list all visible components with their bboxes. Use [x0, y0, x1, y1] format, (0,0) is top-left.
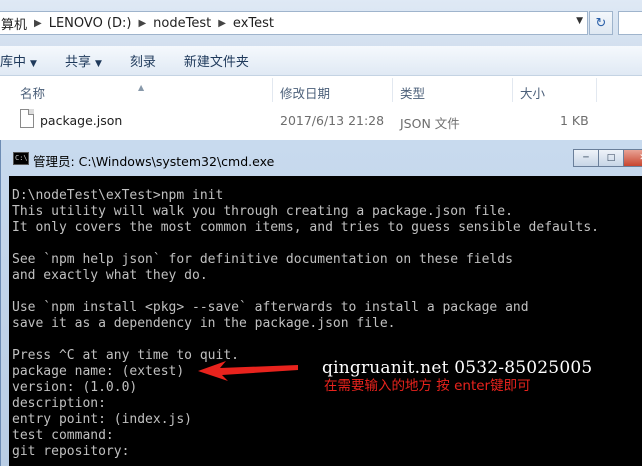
console-line: test command:: [12, 428, 114, 443]
file-icon: [20, 109, 34, 128]
caret-down-icon: ▼: [30, 59, 37, 69]
search-input[interactable]: [618, 11, 642, 35]
library-label: 库中: [0, 55, 27, 70]
console-line: This utility will walk you through creat…: [12, 204, 513, 219]
console-line: D:\nodeTest\exTest>npm init: [12, 188, 224, 203]
burn-label: 刻录: [129, 55, 156, 70]
console-line: See `npm help json` for definitive docum…: [12, 252, 513, 267]
column-header-modified[interactable]: 修改日期: [280, 83, 330, 102]
console-line: and exactly what they do.: [12, 268, 208, 283]
refresh-icon: ↻: [595, 15, 607, 31]
refresh-button[interactable]: ↻: [589, 11, 613, 35]
column-header-row: ▲ 名称 修改日期 类型 大小: [0, 76, 642, 104]
address-bar-row: 算机 ▶ LENOVO (D:) ▶ nodeTest ▶ exTest ▼ ↻: [0, 0, 642, 46]
burn-button[interactable]: 刻录: [116, 51, 170, 70]
minimize-button[interactable]: ─: [573, 149, 599, 167]
cmd-titlebar[interactable]: C:\ 管理员: C:\Windows\system32\cmd.exe ─ □…: [1, 140, 642, 176]
chevron-right-icon[interactable]: ▶: [215, 18, 229, 29]
column-divider[interactable]: [596, 78, 597, 102]
console-line: save it as a dependency in the package.j…: [12, 316, 396, 331]
file-row[interactable]: package.json 2017/6/13 21:28 JSON 文件 1 K…: [0, 107, 642, 133]
breadcrumb-nodetest[interactable]: nodeTest: [149, 16, 215, 31]
console-line: git repository:: [12, 444, 130, 459]
new-folder-label: 新建文件夹: [183, 55, 249, 70]
chevron-down-icon[interactable]: ▼: [576, 16, 583, 26]
window-controls: ─ □ ✕: [573, 149, 642, 167]
console-line: description:: [12, 396, 106, 411]
column-header-type[interactable]: 类型: [400, 83, 425, 102]
file-size: 1 KB: [560, 113, 589, 128]
column-divider[interactable]: [392, 78, 393, 102]
column-divider[interactable]: [272, 78, 273, 102]
chevron-right-icon[interactable]: ▶: [135, 18, 149, 29]
cmd-window-title: 管理员: C:\Windows\system32\cmd.exe: [33, 154, 275, 169]
console-line: It only covers the most common items, an…: [12, 220, 599, 235]
maximize-button[interactable]: □: [598, 149, 624, 167]
column-divider[interactable]: [512, 78, 513, 102]
column-header-name[interactable]: 名称: [20, 83, 45, 102]
annotation-tip-text: 在需要输入的地方 按 enter键即可: [324, 378, 531, 394]
file-name: package.json: [40, 113, 123, 128]
library-menu-button[interactable]: 库中 ▼: [0, 51, 51, 70]
cmd-window: C:\ 管理员: C:\Windows\system32\cmd.exe ─ □…: [0, 140, 642, 466]
file-modified: 2017/6/13 21:28: [280, 113, 385, 128]
explorer-toolbar: 库中 ▼ 共享 ▼ 刻录 新建文件夹: [0, 46, 642, 76]
annotation-arrow-icon: [198, 361, 298, 381]
column-header-size[interactable]: 大小: [520, 83, 545, 102]
breadcrumb-computer[interactable]: 算机: [0, 14, 31, 33]
console-line: entry point: (index.js): [12, 412, 193, 427]
breadcrumb-extest[interactable]: exTest: [229, 16, 278, 31]
explorer-window: 算机 ▶ LENOVO (D:) ▶ nodeTest ▶ exTest ▼ ↻…: [0, 0, 642, 140]
sort-up-icon: ▲: [138, 83, 145, 92]
breadcrumb-drive[interactable]: LENOVO (D:): [45, 16, 136, 31]
console-output[interactable]: D:\nodeTest\exTest>npm init This utility…: [9, 176, 642, 466]
maximize-icon: □: [606, 153, 616, 163]
console-icon: C:\: [13, 152, 29, 165]
share-label: 共享: [64, 55, 91, 70]
address-bar[interactable]: 算机 ▶ LENOVO (D:) ▶ nodeTest ▶ exTest ▼: [0, 11, 588, 35]
console-line: Use `npm install <pkg> --save` afterward…: [12, 300, 529, 315]
new-folder-button[interactable]: 新建文件夹: [170, 51, 263, 70]
caret-down-icon: ▼: [94, 59, 102, 69]
share-menu-button[interactable]: 共享 ▼: [51, 51, 116, 70]
minimize-icon: ─: [583, 153, 589, 163]
close-button[interactable]: ✕: [623, 149, 642, 167]
file-type: JSON 文件: [400, 116, 460, 131]
chevron-right-icon[interactable]: ▶: [31, 18, 45, 29]
